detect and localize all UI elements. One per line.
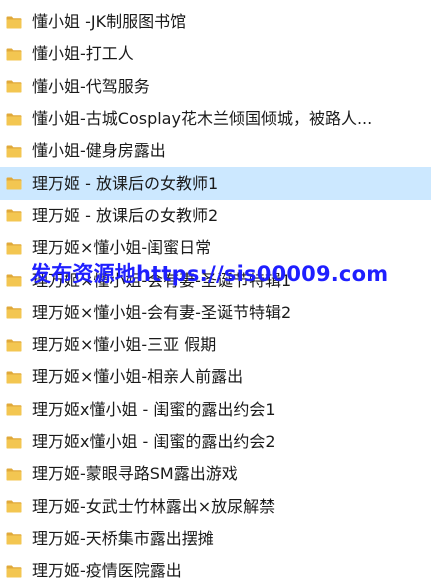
list-item[interactable]: 理万姬×懂小姐-三亚 假期 <box>0 329 431 361</box>
list-item[interactable]: 理万姬-天桥集市露出摆摊 <box>0 523 431 555</box>
list-item[interactable]: 懂小姐-打工人 <box>0 38 431 70</box>
folder-name: 懂小姐 -JK制服图书馆 <box>32 12 187 32</box>
list-item[interactable]: 懂小姐-代驾服务 <box>0 71 431 103</box>
folder-icon <box>6 500 22 513</box>
list-item[interactable]: 理万姬x懂小姐 - 闺蜜的露出约会1 <box>0 394 431 426</box>
folder-icon <box>6 145 22 158</box>
folder-icon <box>6 209 22 222</box>
folder-name: 理万姬x懂小姐 - 闺蜜的露出约会2 <box>32 432 276 451</box>
list-item[interactable]: 理万姬-疫情医院露出 <box>0 555 431 587</box>
list-item[interactable]: 理万姬×懂小姐-会有妻-圣诞节特辑2 <box>0 297 431 329</box>
folder-name: 理万姬 - 放课后の女教师2 <box>32 205 219 225</box>
folder-name: 理万姬×懂小姐-相亲人前露出 <box>32 367 244 387</box>
list-item[interactable]: 懂小姐 -JK制服图书馆 <box>0 6 431 38</box>
folder-icon <box>6 80 22 93</box>
list-item[interactable]: 理万姬-蒙眼寻路SM露出游戏 <box>0 458 431 490</box>
folder-name: 理万姬 - 放课后の女教师1 <box>32 173 219 193</box>
folder-icon <box>6 468 22 481</box>
list-item[interactable]: 理万姬-女武士竹林露出×放尿解禁 <box>0 490 431 522</box>
list-item[interactable]: 理万姬x懂小姐 - 闺蜜的露出约会2 <box>0 426 431 458</box>
list-item[interactable]: 懂小姐-古城Cosplay花木兰倾国倾城，被路人... <box>0 103 431 135</box>
folder-icon <box>6 242 22 255</box>
folder-icon <box>6 177 22 190</box>
list-item[interactable]: 理万姬×懂小姐-会有妻-圣诞节特辑1 <box>0 264 431 296</box>
folder-name: 理万姬-蒙眼寻路SM露出游戏 <box>32 464 238 484</box>
list-item[interactable]: 理万姬×懂小姐-相亲人前露出 <box>0 361 431 393</box>
folder-name: 理万姬×懂小姐-会有妻-圣诞节特辑1 <box>32 270 292 290</box>
folder-icon <box>6 532 22 545</box>
folder-name: 懂小姐-健身房露出 <box>32 141 166 161</box>
folder-name: 理万姬×懂小姐-闺蜜日常 <box>32 238 212 258</box>
folder-icon <box>6 306 22 319</box>
folder-icon <box>6 371 22 384</box>
folder-name: 懂小姐-打工人 <box>32 44 134 64</box>
folder-name: 懂小姐-代驾服务 <box>32 76 150 96</box>
list-item[interactable]: 理万姬×懂小姐-闺蜜日常 <box>0 232 431 264</box>
folder-icon <box>6 339 22 352</box>
folder-icon <box>6 436 22 449</box>
folder-name: 理万姬x懂小姐 - 闺蜜的露出约会1 <box>32 399 276 419</box>
folder-name: 理万姬×懂小姐-会有妻-圣诞节特辑2 <box>32 302 292 322</box>
folder-icon <box>6 113 22 126</box>
folder-icon <box>6 565 22 578</box>
list-item[interactable]: 懂小姐-健身房露出 <box>0 135 431 167</box>
folder-name: 理万姬-疫情医院露出 <box>32 561 182 581</box>
folder-icon <box>6 403 22 416</box>
folder-name: 懂小姐-古城Cosplay花木兰倾国倾城，被路人... <box>32 109 373 129</box>
folder-name: 理万姬-天桥集市露出摆摊 <box>32 528 214 548</box>
list-item[interactable]: 理万姬 - 放课后の女教师2 <box>0 200 431 232</box>
folder-name: 理万姬-女武士竹林露出×放尿解禁 <box>32 496 276 516</box>
folder-icon <box>6 48 22 61</box>
folder-icon <box>6 274 22 287</box>
folder-icon <box>6 16 22 29</box>
folder-name: 理万姬×懂小姐-三亚 假期 <box>32 335 217 355</box>
file-list: 懂小姐 -JK制服图书馆 懂小姐-打工人 懂小姐-代驾服务 懂小姐-古城Cosp… <box>0 6 431 587</box>
list-item-selected[interactable]: 理万姬 - 放课后の女教师1 <box>0 167 431 200</box>
